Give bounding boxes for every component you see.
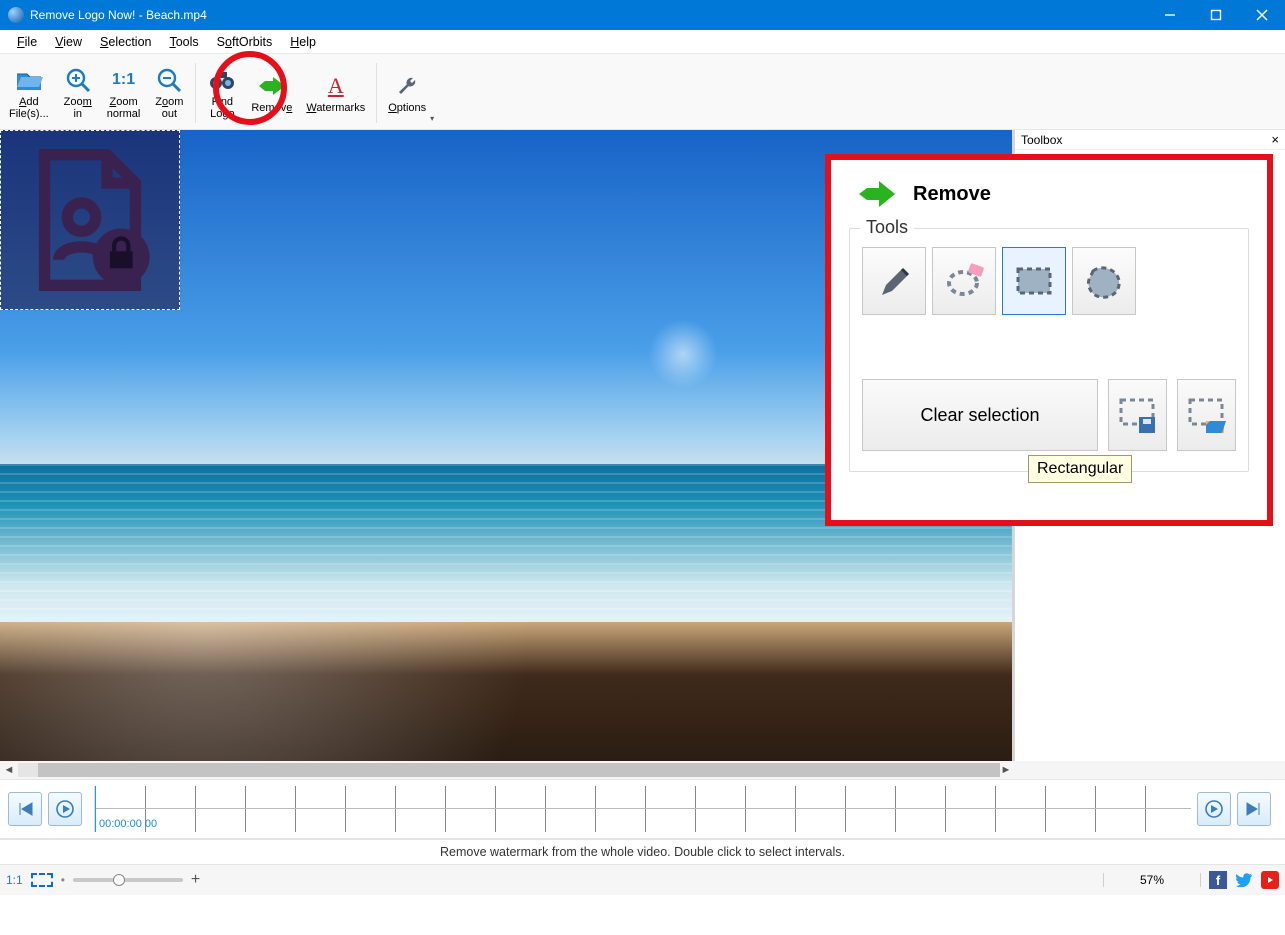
- playhead[interactable]: [95, 786, 96, 832]
- zoom-normal-icon: 1:1: [112, 66, 135, 94]
- options-button[interactable]: Options: [381, 57, 433, 129]
- binoculars-icon: [208, 66, 236, 94]
- add-files-button[interactable]: AddFile(s)...: [2, 57, 56, 129]
- menu-selection[interactable]: Selection: [91, 33, 160, 51]
- rectangle-select-icon: [1013, 263, 1055, 299]
- selection-mode-icon[interactable]: [31, 873, 53, 887]
- zoom-in-icon: [65, 66, 91, 94]
- hint-bar: Remove watermark from the whole video. D…: [0, 839, 1285, 865]
- freehand-tool[interactable]: [1072, 247, 1136, 315]
- menu-bar: File View Selection Tools SoftOrbits Hel…: [0, 30, 1285, 54]
- clear-selection-button[interactable]: Clear selection: [862, 379, 1098, 451]
- next-button[interactable]: [1197, 792, 1231, 826]
- scroll-thumb[interactable]: [38, 763, 1000, 777]
- toolbox-close-button[interactable]: ×: [1271, 132, 1279, 147]
- timeline[interactable]: 00:00:00 00: [94, 786, 1191, 832]
- close-button[interactable]: [1239, 0, 1285, 30]
- minimize-button[interactable]: [1147, 0, 1193, 30]
- window-title: Remove Logo Now! - Beach.mp4: [30, 8, 1147, 22]
- lasso-eraser-icon: [943, 261, 985, 301]
- prev-frame-button[interactable]: [8, 792, 42, 826]
- marker-tool[interactable]: [862, 247, 926, 315]
- zoom-percent-label: 57%: [1103, 873, 1201, 887]
- watermarks-icon: A: [328, 72, 344, 100]
- selection-open-icon: [1186, 395, 1228, 435]
- toolbar: AddFile(s)... Zoomin 1:1 Zoomnormal Zoom…: [0, 54, 1285, 130]
- status-bar: 1:1 • + 57% f: [0, 865, 1285, 895]
- pencil-icon: [876, 261, 912, 301]
- add-files-icon: [15, 66, 43, 94]
- find-logo-button[interactable]: FindLogo: [200, 57, 244, 129]
- menu-tools[interactable]: Tools: [160, 33, 207, 51]
- facebook-icon[interactable]: f: [1209, 871, 1227, 889]
- selection-overlay[interactable]: [0, 130, 180, 310]
- zoom-slider[interactable]: [73, 878, 183, 882]
- play-button[interactable]: [48, 792, 82, 826]
- load-selection-button[interactable]: [1177, 379, 1236, 451]
- twitter-icon[interactable]: [1235, 871, 1253, 889]
- timecode: 00:00:00 00: [99, 818, 157, 830]
- next-frame-button[interactable]: [1237, 792, 1271, 826]
- blob-icon: [1083, 261, 1125, 301]
- zoom-out-icon: [156, 66, 182, 94]
- menu-help[interactable]: Help: [281, 33, 325, 51]
- zoom-normal-button[interactable]: 1:1 Zoomnormal: [100, 57, 148, 129]
- zoom-out-button[interactable]: Zoomout: [147, 57, 191, 129]
- tooltip: Rectangular: [1028, 455, 1132, 483]
- maximize-button[interactable]: [1193, 0, 1239, 30]
- rectangular-tool[interactable]: [1002, 247, 1066, 315]
- toolbox-title: Toolbox: [1021, 133, 1062, 147]
- remove-panel-title: Remove: [913, 183, 991, 206]
- title-bar: Remove Logo Now! - Beach.mp4: [0, 0, 1285, 30]
- scroll-left-button[interactable]: ◄: [0, 764, 18, 776]
- watermarks-button[interactable]: A Watermarks: [299, 57, 372, 129]
- tools-group: Tools Rectangular Clear selection: [849, 228, 1249, 472]
- menu-view[interactable]: View: [46, 33, 91, 51]
- youtube-icon[interactable]: [1261, 871, 1279, 889]
- menu-file[interactable]: File: [8, 33, 46, 51]
- selection-save-icon: [1117, 395, 1159, 435]
- freeform-tool[interactable]: [932, 247, 996, 315]
- locked-document-icon: [19, 149, 161, 291]
- zoom-ratio-label[interactable]: 1:1: [6, 873, 23, 887]
- remove-button[interactable]: Remove: [244, 57, 299, 129]
- save-selection-button[interactable]: [1108, 379, 1167, 451]
- remove-panel: Remove Tools Rectangular Clear selection: [825, 154, 1273, 526]
- horizontal-scrollbar[interactable]: ◄ ►: [0, 761, 1285, 779]
- zoom-plus-button[interactable]: +: [191, 871, 200, 889]
- remove-arrow-icon: [855, 178, 899, 210]
- zoom-in-button[interactable]: Zoomin: [56, 57, 100, 129]
- menu-softorbits[interactable]: SoftOrbits: [208, 33, 282, 51]
- tools-group-label: Tools: [860, 217, 914, 238]
- player-bar: 00:00:00 00: [0, 779, 1285, 839]
- remove-arrow-icon: [257, 72, 287, 100]
- wrench-icon: [395, 72, 419, 100]
- app-icon: [8, 7, 24, 23]
